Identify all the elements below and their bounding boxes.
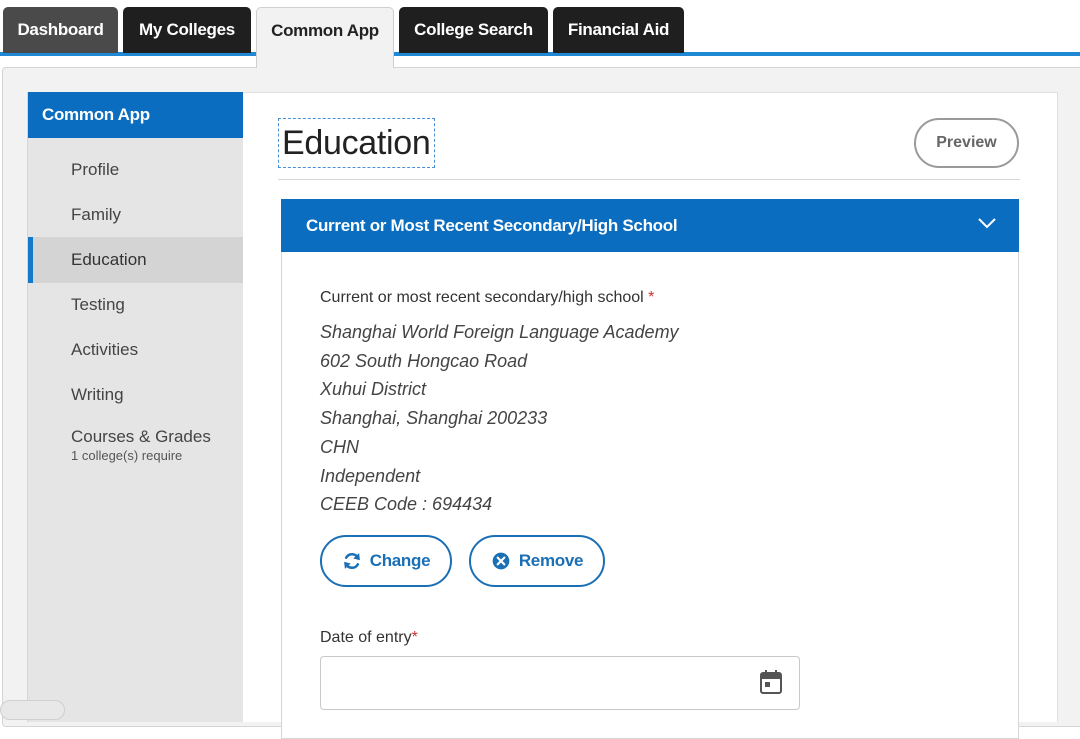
section-title: Current or Most Recent Secondary/High Sc…: [306, 215, 678, 235]
remove-button[interactable]: Remove: [469, 535, 605, 587]
school-ceeb-code: CEEB Code : 694434: [320, 494, 493, 515]
sidebar-item-label: Profile: [71, 160, 120, 179]
school-district: Xuhui District: [320, 379, 427, 400]
calendar-icon[interactable]: [759, 669, 783, 695]
school-country: CHN: [320, 436, 359, 457]
sidebar-item-writing[interactable]: Writing: [28, 372, 244, 418]
tab-my-colleges[interactable]: My Colleges: [123, 7, 251, 53]
tab-common-app[interactable]: Common App: [256, 7, 394, 68]
top-tab-bar: Dashboard My Colleges Common App College…: [0, 0, 1080, 68]
required-mark: *: [648, 289, 655, 306]
preview-button[interactable]: Preview: [914, 118, 1019, 168]
sidebar: Common App Profile Family Education Test…: [27, 92, 263, 722]
sidebar-item-label: Testing: [71, 295, 125, 314]
title-divider: [278, 179, 1020, 180]
tab-financial-aid[interactable]: Financial Aid: [553, 7, 684, 53]
school-details: Shanghai World Foreign Language Academy …: [320, 318, 679, 519]
main-panel: Education Preview Current or Most Recent…: [243, 92, 1058, 739]
school-label-text: Current or most recent secondary/high sc…: [320, 289, 644, 306]
bottom-widget[interactable]: [0, 700, 65, 720]
refresh-icon: [343, 552, 360, 570]
sidebar-item-family[interactable]: Family: [28, 192, 244, 238]
change-button[interactable]: Change: [320, 535, 452, 587]
change-button-label: Change: [369, 551, 431, 570]
sidebar-item-label: Education: [71, 250, 147, 269]
remove-button-label: Remove: [518, 551, 584, 570]
sidebar-item-label: Writing: [71, 385, 124, 404]
sidebar-item-testing[interactable]: Testing: [28, 282, 244, 328]
date-label-text: Date of entry: [320, 629, 412, 646]
sidebar-item-sublabel: 1 college(s) require: [71, 448, 183, 463]
school-name: Shanghai World Foreign Language Academy: [320, 322, 679, 342]
page-title: Education: [278, 118, 435, 168]
remove-circle-icon: [492, 552, 510, 570]
required-mark: *: [411, 629, 418, 646]
school-address: 602 South Hongcao Road: [320, 350, 528, 371]
date-of-entry-input[interactable]: [320, 656, 800, 710]
chevron-down-icon[interactable]: [977, 216, 997, 230]
sidebar-item-label: Family: [71, 205, 122, 224]
school-city: Shanghai, Shanghai 200233: [320, 408, 548, 429]
sidebar-item-education[interactable]: Education: [28, 237, 263, 283]
tab-dashboard[interactable]: Dashboard: [3, 7, 118, 53]
sidebar-item-label: Activities: [71, 340, 139, 359]
sidebar-item-activities[interactable]: Activities: [28, 327, 244, 373]
sidebar-item-profile[interactable]: Profile: [28, 147, 244, 193]
section-header[interactable]: Current or Most Recent Secondary/High Sc…: [281, 199, 1019, 252]
education-section: Current or Most Recent Secondary/High Sc…: [281, 199, 1019, 739]
school-field-label: Current or most recent secondary/high sc…: [320, 289, 654, 307]
sidebar-item-courses-grades[interactable]: Courses & Grades 1 college(s) require: [28, 420, 244, 470]
sidebar-header[interactable]: Common App: [28, 92, 243, 138]
school-type: Independent: [320, 465, 421, 486]
date-field-label: Date of entry*: [320, 629, 418, 647]
sidebar-item-label: Courses & Grades: [71, 427, 211, 446]
tab-college-search[interactable]: College Search: [399, 7, 548, 53]
